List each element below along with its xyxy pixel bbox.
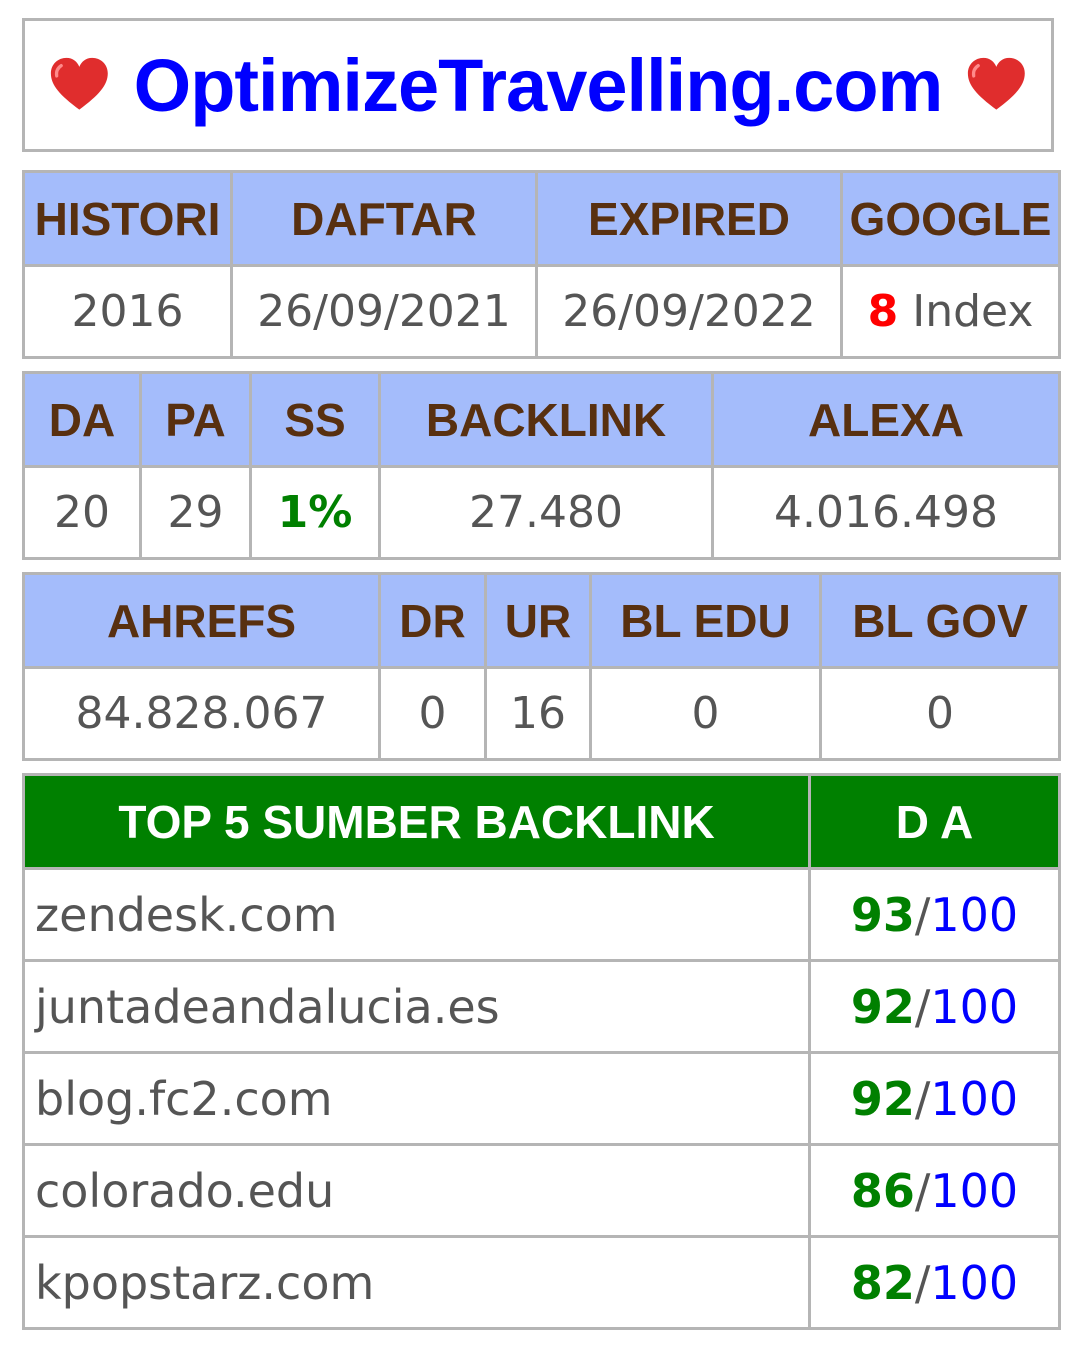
header-daftar: DAFTAR [230, 170, 538, 267]
table-row: kpopstarz.com 82/100 [22, 1235, 1061, 1330]
backlink-domain: colorado.edu [22, 1143, 811, 1238]
table-row: blog.fc2.com 92/100 [22, 1051, 1061, 1146]
backlink-da: 93/100 [808, 867, 1061, 962]
da-separator: / [914, 1255, 931, 1310]
backlink-value: 27.480 [378, 465, 714, 560]
da-value: 20 [22, 465, 142, 560]
table-row: colorado.edu 86/100 [22, 1143, 1061, 1238]
bl-gov-value: 0 [819, 666, 1061, 761]
da-max: 100 [930, 887, 1019, 942]
da-max: 100 [930, 979, 1019, 1034]
header-pa: PA [139, 371, 252, 468]
google-index-count: 8 [867, 286, 899, 337]
table-row: zendesk.com 93/100 [22, 867, 1061, 962]
header-alexa: ALEXA [711, 371, 1061, 468]
google-index-label: Index [912, 286, 1034, 337]
pa-value: 29 [139, 465, 252, 560]
da-max: 100 [930, 1163, 1019, 1218]
site-title-box: OptimizeTravelling.com [22, 18, 1054, 152]
da-separator: / [914, 979, 931, 1034]
backlink-da: 92/100 [808, 1051, 1061, 1146]
da-max: 100 [930, 1255, 1019, 1310]
dr-value: 0 [378, 666, 487, 761]
header-google: GOOGLE [840, 170, 1061, 267]
header-da-score: D A [808, 773, 1061, 870]
google-index-cell: 8 Index [840, 264, 1061, 359]
ahrefs-table: AHREFS DR UR BL EDU BL GOV 84.828.067 0 … [22, 572, 1061, 761]
heart-icon [50, 57, 108, 110]
table-row: juntadeandalucia.es 92/100 [22, 959, 1061, 1054]
metrics-table: DA PA SS BACKLINK ALEXA 20 29 1% 27.480 … [22, 371, 1061, 560]
backlink-domain: kpopstarz.com [22, 1235, 811, 1330]
alexa-value: 4.016.498 [711, 465, 1061, 560]
da-separator: / [914, 1163, 931, 1218]
bl-edu-value: 0 [589, 666, 822, 761]
header-backlink: BACKLINK [378, 371, 714, 468]
header-da: DA [22, 371, 142, 468]
ahrefs-value: 84.828.067 [22, 666, 381, 761]
domain-info-table: HISTORI DAFTAR EXPIRED GOOGLE 2016 26/09… [22, 170, 1061, 359]
header-ur: UR [484, 572, 592, 669]
heart-icon [968, 57, 1026, 110]
header-ahrefs: AHREFS [22, 572, 381, 669]
header-histori: HISTORI [22, 170, 233, 267]
da-score: 92 [850, 979, 915, 1034]
da-max: 100 [930, 1071, 1019, 1126]
ss-value: 1% [249, 465, 381, 560]
daftar-value: 26/09/2021 [230, 264, 538, 359]
backlink-domain: blog.fc2.com [22, 1051, 811, 1146]
header-top-backlinks: TOP 5 SUMBER BACKLINK [22, 773, 811, 870]
da-score: 86 [850, 1163, 915, 1218]
da-score: 92 [850, 1071, 915, 1126]
backlink-domain: juntadeandalucia.es [22, 959, 811, 1054]
expired-value: 26/09/2022 [535, 264, 843, 359]
backlink-da: 82/100 [808, 1235, 1061, 1330]
top-backlinks-table: TOP 5 SUMBER BACKLINK D A zendesk.com 93… [22, 773, 1061, 1330]
header-bl-edu: BL EDU [589, 572, 822, 669]
ur-value: 16 [484, 666, 592, 761]
header-dr: DR [378, 572, 487, 669]
backlink-domain: zendesk.com [22, 867, 811, 962]
header-ss: SS [249, 371, 381, 468]
histori-value: 2016 [22, 264, 233, 359]
da-separator: / [914, 1071, 931, 1126]
header-bl-gov: BL GOV [819, 572, 1061, 669]
da-score: 93 [850, 887, 915, 942]
header-expired: EXPIRED [535, 170, 843, 267]
da-score: 82 [850, 1255, 915, 1310]
da-separator: / [914, 887, 931, 942]
backlink-da: 86/100 [808, 1143, 1061, 1238]
site-title: OptimizeTravelling.com [133, 43, 944, 127]
backlink-da: 92/100 [808, 959, 1061, 1054]
